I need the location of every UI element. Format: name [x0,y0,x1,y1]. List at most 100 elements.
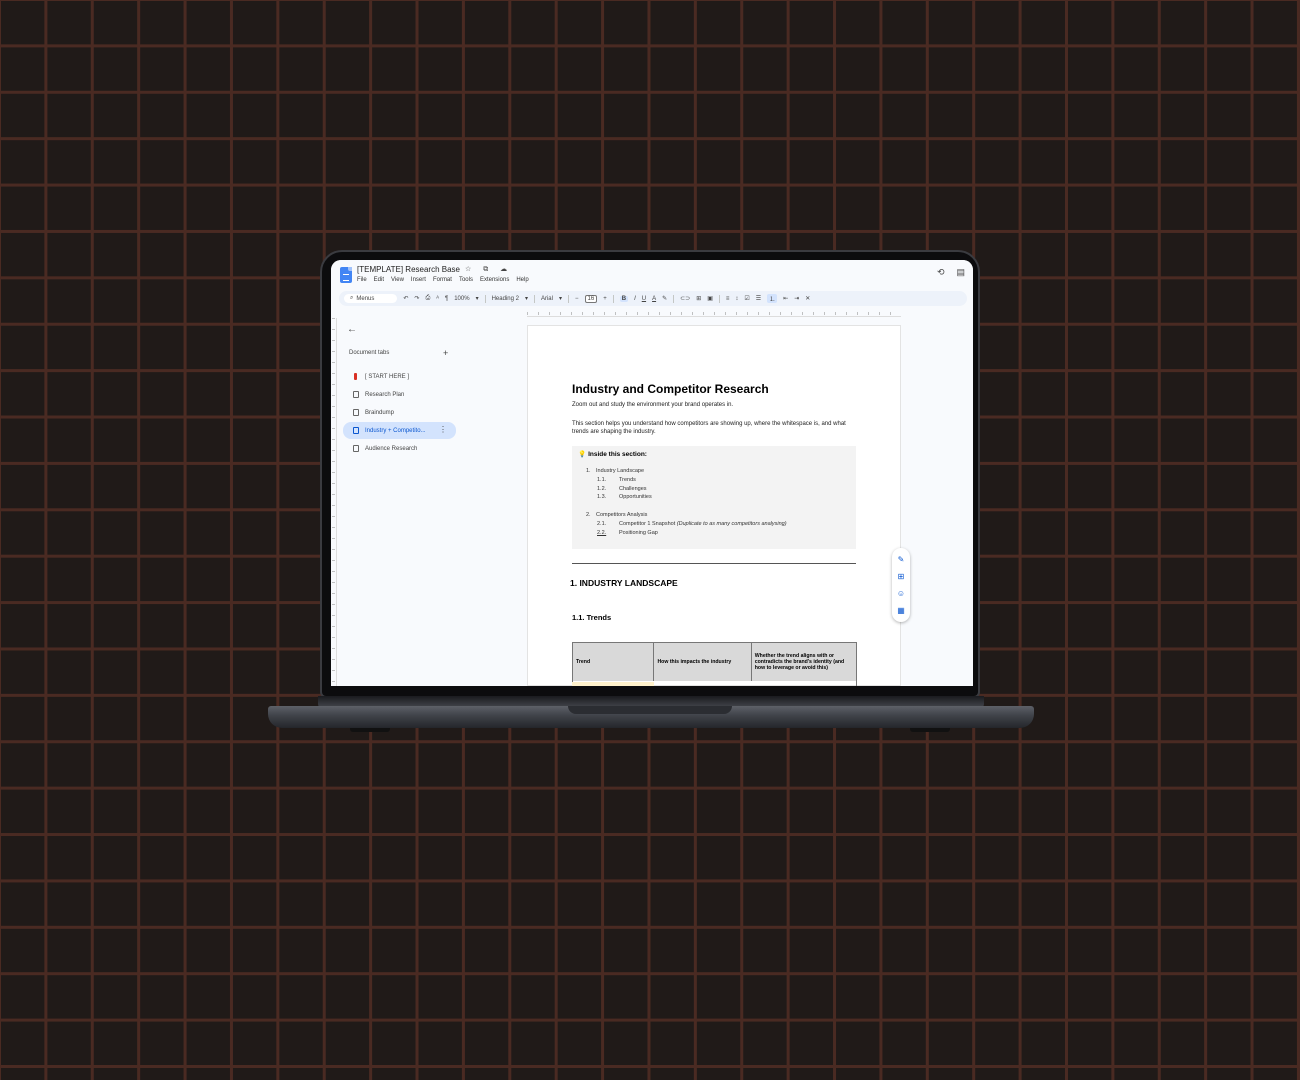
emoji-icon[interactable]: ☺ [897,589,905,598]
increase-indent-icon[interactable]: ⇥ [794,295,799,302]
document-tabs-header: Document tabs [349,350,390,356]
menu-insert[interactable]: Insert [411,277,426,283]
edit-icon[interactable]: ✎ [898,555,905,564]
toc-item[interactable]: 2.2. Positioning Gap [597,530,658,536]
horizontal-rule [572,563,856,564]
menu-file[interactable]: File [357,277,367,283]
font-size-input[interactable]: 16 [584,294,598,303]
clear-formatting-icon[interactable]: ✕ [805,295,810,302]
version-history-icon[interactable]: ⟲ [937,267,945,278]
menu-format[interactable]: Format [433,277,452,283]
toolbar: ⌕ Menus ↶ ↷ ⎙ ᴬ ¶ 100% ▾ Heading 2 ▾ Ari… [339,291,967,306]
highlight-icon[interactable]: ✎ [662,295,667,302]
italic-button[interactable]: I [634,296,636,302]
add-tab-button[interactable]: + [443,348,448,358]
callout-title: 💡 Inside this section: [578,451,647,458]
section-heading-1-1: 1.1. Trends [572,613,612,622]
tab-braindump[interactable]: Braindump [343,404,456,421]
docs-logo-icon[interactable] [340,267,352,283]
document-icon [353,391,359,398]
star-move-cloud-icons[interactable]: ☆ ⧉ ☁ [465,265,512,274]
toc-note: (Duplicate to as many competitors analys… [676,521,787,527]
font-size-increase-icon[interactable]: + [603,296,607,302]
redo-icon[interactable]: ↷ [414,295,419,302]
chevron-down-icon: ▾ [475,296,479,302]
tab-audience-research[interactable]: Audience Research [343,440,456,457]
tab-start-here[interactable]: [ START HERE ] [343,368,456,385]
toc-item[interactable]: 1.2. Challenges [597,486,647,492]
horizontal-ruler[interactable] [527,310,901,317]
document-page[interactable]: Industry and Competitor Research Zoom ou… [527,325,901,686]
floating-actions-panel: ✎ ⊞ ☺ ▦ [892,548,910,622]
toolbar-divider [673,294,675,303]
laptop-foot [910,728,950,732]
line-spacing-icon[interactable]: ↕ [735,296,738,302]
laptop-notch [568,706,732,714]
print-icon[interactable]: ⎙ [425,295,430,302]
document-tabs-sidebar: ← Document tabs + [ START HERE ] Researc… [339,320,519,686]
table-header-cell[interactable]: How this impacts the industry [654,643,752,681]
toolbar-divider [533,294,535,303]
checklist-icon[interactable]: ☑ [744,295,749,302]
menu-tools[interactable]: Tools [459,277,473,283]
table-header-cell[interactable]: Whether the trend aligns with or contrad… [751,643,856,681]
menu-bar: File Edit View Insert Format Tools Exten… [357,277,529,283]
tab-label: Industry + Competito... [365,427,426,434]
paint-format-icon[interactable]: ¶ [445,296,448,302]
toolbar-divider [568,294,569,303]
document-icon [353,427,359,434]
decrease-indent-icon[interactable]: ⇤ [783,295,788,302]
toc-item[interactable]: 2. Competitors Analysis [586,512,647,518]
menus-search[interactable]: ⌕ Menus [344,294,398,303]
suggest-edits-icon[interactable]: ▦ [897,606,905,615]
chevron-down-icon: ▾ [524,296,528,302]
toolbar-divider [484,294,486,303]
toc-item[interactable]: 1.3. Opportunities [597,494,652,500]
toolbar-divider [718,294,720,303]
table-row[interactable] [572,682,654,686]
text-color-icon[interactable]: A [652,296,656,302]
font-select[interactable]: Arial [541,296,553,302]
more-options-icon[interactable]: ⋮ [439,425,447,434]
menu-help[interactable]: Help [516,277,528,283]
tab-research-plan[interactable]: Research Plan [343,386,456,403]
insert-image-icon[interactable]: ▣ [707,295,713,302]
vertical-ruler[interactable] [331,318,337,686]
page-heading: Industry and Competitor Research [572,382,769,396]
add-comment-icon[interactable]: ⊞ [898,572,905,581]
style-select[interactable]: Heading 2 [492,296,519,302]
body-text: This section helps you understand how co… [572,421,846,435]
bold-button[interactable]: B [619,295,629,302]
menu-extensions[interactable]: Extensions [480,277,509,283]
zoom-select[interactable]: 100% [454,296,469,302]
tab-industry-competitor[interactable]: Industry + Competito... ⋮ [343,422,456,439]
menus-label: Menus [356,295,375,302]
title-bar: [TEMPLATE] Research Base ☆ ⧉ ☁ File Edit… [331,260,973,290]
toc-item[interactable]: 1.1. Trends [597,477,636,483]
trends-table[interactable]: Trend How this impacts the industry Whet… [572,642,857,686]
document-icon [353,409,359,416]
numbered-list-icon[interactable]: ⒈ [767,294,778,303]
chevron-down-icon: ▾ [558,296,562,302]
undo-icon[interactable]: ↶ [403,295,408,302]
table-header-cell[interactable]: Trend [573,643,655,681]
comments-icon[interactable]: ▤ [956,267,965,278]
font-size-decrease-icon[interactable]: − [575,296,579,302]
insert-comment-icon[interactable]: ⊞ [696,295,701,302]
underline-button[interactable]: U [642,296,646,302]
back-arrow-icon[interactable]: ← [347,324,357,335]
spellcheck-icon[interactable]: ᴬ [436,296,439,302]
bullet-list-icon[interactable]: ☰ [756,295,761,302]
intro-text: Zoom out and study the environment your … [572,402,734,408]
menu-edit[interactable]: Edit [374,277,384,283]
lightbulb-icon: 💡 [578,451,587,458]
align-icon[interactable]: ≡ [726,296,730,302]
toc-item[interactable]: 1. Industry Landscape [586,468,644,474]
menu-view[interactable]: View [391,277,404,283]
document-title[interactable]: [TEMPLATE] Research Base [357,265,460,274]
bookmark-icon [354,373,357,380]
link-icon[interactable]: ⊂⊃ [680,295,690,302]
toc-item[interactable]: 2.1. Competitor 1 Snapshot (Duplicate to … [597,521,787,527]
tab-label: Research Plan [365,391,405,398]
tab-label: Braindump [365,409,395,416]
